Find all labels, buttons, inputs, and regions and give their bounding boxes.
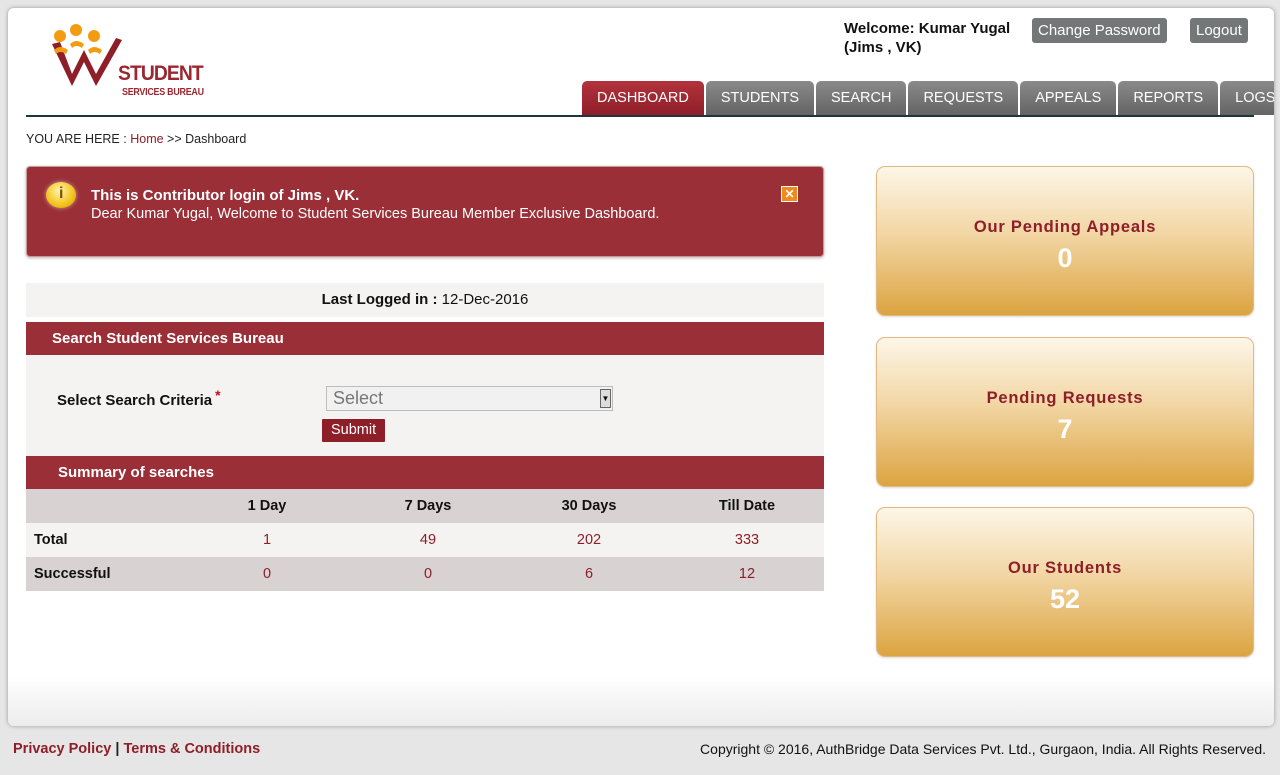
table-row: Total 1 49 202 333 [26,523,824,557]
summary-table: 1 Day 7 Days 30 Days Till Date Total 1 4… [26,489,824,591]
welcome-alert: i This is Contributor login of Jims , VK… [26,166,824,257]
search-criteria-text: Select Search Criteria [57,392,213,409]
table-cell: 202 [508,523,670,557]
last-logged-label: Last Logged in : [321,291,438,308]
main-nav: DASHBOARD STUDENTS SEARCH REQUESTS APPEA… [582,81,1274,115]
logo[interactable]: STUDENT SERVICES BUREAU [50,22,220,102]
tab-dashboard[interactable]: DASHBOARD [582,81,704,115]
logo-text-services: SERVICES BUREAU [122,86,204,98]
card-label: Our Students [1007,559,1123,577]
logo-figures-icon [52,24,122,86]
table-cell: 1 [186,523,348,557]
breadcrumb-separator: >> [167,132,182,146]
welcome-text: Welcome: Kumar Yugal (Jims , VK) [844,19,1010,57]
table-row: Successful 0 0 6 12 [26,557,824,591]
search-criteria-label: Select Search Criteria * [57,387,221,409]
search-panel: Select Search Criteria * Select ▼ Submit [26,355,824,456]
terms-link[interactable]: Terms & Conditions [123,741,260,757]
column-header [26,489,186,523]
table-cell: 6 [508,557,670,591]
card-value: 52 [1049,584,1081,614]
summary-title: Summary of searches [26,456,824,489]
select-value: Select [333,388,384,408]
table-cell: 0 [186,557,348,591]
change-password-button[interactable]: Change Password [1032,18,1167,43]
alert-message: Dear Kumar Yugal, Welcome to Student Ser… [91,206,660,222]
privacy-policy-link[interactable]: Privacy Policy [13,741,111,757]
chevron-down-icon: ▼ [600,389,611,408]
column-header: Till Date [670,489,824,523]
row-label: Total [26,523,186,557]
our-students-card[interactable]: Our Students 52 [876,507,1254,657]
table-cell: 0 [348,557,508,591]
tab-search[interactable]: SEARCH [816,81,907,115]
page-container: STUDENT SERVICES BUREAU Welcome: Kumar Y… [8,8,1274,726]
submit-button[interactable]: Submit [322,419,386,442]
close-icon[interactable]: ✕ [781,186,798,202]
breadcrumb-current: Dashboard [185,132,247,146]
column-header: 1 Day [186,489,348,523]
welcome-org: (Jims , VK) [844,39,922,56]
card-value: 7 [1057,414,1073,444]
card-label: Pending Requests [986,389,1144,407]
table-cell: 12 [670,557,824,591]
logout-button[interactable]: Logout [1190,18,1248,43]
alert-title: This is Contributor login of Jims , VK. [91,187,360,204]
logo-text-student: STUDENT [118,62,204,85]
pending-requests-card[interactable]: Pending Requests 7 [876,337,1254,487]
card-label: Our Pending Appeals [973,218,1157,236]
breadcrumb-prefix: YOU ARE HERE : [26,132,127,146]
row-label: Successful [26,557,186,591]
table-cell: 49 [348,523,508,557]
welcome-name: Welcome: Kumar Yugal [844,20,1011,37]
card-value: 0 [1057,243,1073,273]
column-header: 30 Days [508,489,670,523]
tab-students[interactable]: STUDENTS [705,81,815,115]
search-criteria-select[interactable]: Select ▼ [326,386,613,411]
search-panel-title: Search Student Services Bureau [26,322,824,355]
table-cell: 333 [670,523,824,557]
table-header-row: 1 Day 7 Days 30 Days Till Date [26,489,824,523]
breadcrumb: YOU ARE HERE : Home >> Dashboard [26,132,246,146]
last-logged-value: 12-Dec-2016 [441,291,529,308]
last-logged-bar: Last Logged in : 12-Dec-2016 [26,283,824,317]
tab-requests[interactable]: REQUESTS [908,81,1019,115]
breadcrumb-home-link[interactable]: Home [130,132,163,146]
tab-reports[interactable]: REPORTS [1118,81,1219,115]
footer-separator: | [115,741,120,757]
info-icon: i [46,182,76,208]
column-header: 7 Days [348,489,508,523]
copyright-text: Copyright © 2016, AuthBridge Data Servic… [700,741,1266,757]
pending-appeals-card[interactable]: Our Pending Appeals 0 [876,166,1254,316]
tab-appeals[interactable]: APPEALS [1020,81,1117,115]
page-bottom-band [8,676,1274,726]
required-asterisk: * [215,387,221,403]
nav-divider [26,115,1254,117]
footer-links: Privacy Policy | Terms & Conditions [13,741,260,757]
tab-logs[interactable]: LOGS [1220,81,1274,115]
